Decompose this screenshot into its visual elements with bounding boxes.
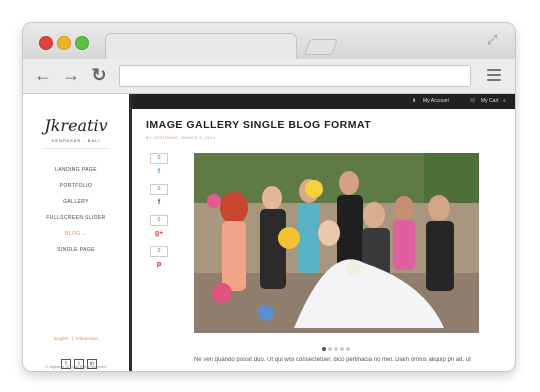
share-count-google: 0 — [150, 215, 168, 226]
slide-dot[interactable] — [334, 347, 338, 351]
nav-item-gallery[interactable]: GALLERY — [23, 194, 129, 210]
page-viewport: Jkreativ DENPASAR - BALI LANDING PAGE PO… — [23, 94, 515, 371]
share-count-twitter: 0 — [150, 153, 168, 164]
browser-toolbar: ← → ↻ — [23, 59, 515, 94]
google-plus-icon[interactable]: g+ — [150, 229, 168, 238]
separator: | — [71, 336, 73, 341]
browser-window: ⤢ ← → ↻ Jkreativ DENPASAR - BALI LANDING… — [22, 22, 516, 372]
share-count-facebook: 0 — [150, 184, 168, 195]
main-content: IMAGE GALLERY SINGLE BLOG FORMAT BY JEGT… — [132, 109, 515, 371]
forward-arrow-icon[interactable]: → — [61, 65, 81, 85]
user-icon: ⬆ — [412, 98, 417, 104]
copyright: © Jegtheme 2013. All Rights Reserved. — [45, 365, 107, 369]
new-tab-button[interactable] — [304, 39, 338, 55]
browser-tab[interactable] — [105, 33, 297, 60]
chevron-down-icon: ⌄ — [82, 231, 87, 237]
nav-item-landing-page[interactable]: LANDING PAGE — [23, 162, 129, 178]
top-bar: ⬆ My Account 🛒 My Cart ⌕ — [132, 94, 515, 109]
post-title: IMAGE GALLERY SINGLE BLOG FORMAT — [146, 119, 372, 131]
slide-dot[interactable] — [340, 347, 344, 351]
language-indonesian[interactable]: Indonesian — [76, 336, 98, 341]
close-window-button[interactable] — [39, 36, 53, 50]
share-count-pinterest: 0 — [150, 246, 168, 257]
maximize-window-button[interactable] — [75, 36, 89, 50]
my-cart-link[interactable]: My Cart — [481, 94, 499, 109]
divider — [43, 148, 109, 149]
post-meta: BY JEGTHEME, MARCH 6, 2014 — [146, 136, 216, 140]
meta-prefix: BY — [146, 136, 152, 140]
browser-menu-icon[interactable] — [487, 69, 501, 81]
share-bar: 0 t 0 f 0 g+ 0 p — [150, 153, 168, 277]
slide-dot[interactable] — [328, 347, 332, 351]
gallery-image[interactable] — [194, 153, 479, 333]
search-icon[interactable]: ⌕ — [503, 94, 506, 109]
cart-icon: 🛒 — [470, 98, 477, 104]
back-arrow-icon[interactable]: ← — [33, 65, 53, 85]
language-english[interactable]: English — [54, 336, 69, 341]
language-switcher: English | Indonesian — [23, 336, 129, 341]
minimize-window-button[interactable] — [57, 36, 71, 50]
sidebar-nav: LANDING PAGE PORTFOLIO GALLERY FULLSCREE… — [23, 162, 129, 258]
site-logo[interactable]: Jkreativ — [23, 116, 129, 135]
nav-item-single-page[interactable]: SINGLE PAGE — [23, 242, 129, 258]
facebook-icon[interactable]: f — [150, 198, 168, 207]
wedding-group-photo — [194, 153, 479, 333]
pinterest-icon[interactable]: p — [150, 260, 168, 269]
sidebar: Jkreativ DENPASAR - BALI LANDING PAGE PO… — [23, 94, 132, 371]
post-date: MARCH 6, 2014 — [181, 136, 216, 140]
my-account-link[interactable]: My Account — [423, 94, 449, 109]
nav-item-fullscreen-slider[interactable]: FULLSCREEN SLIDER — [23, 210, 129, 226]
reload-icon[interactable]: ↻ — [89, 65, 109, 85]
site-tagline: DENPASAR - BALI — [51, 138, 101, 143]
post-author[interactable]: JEGTHEME — [154, 136, 179, 140]
nav-item-label: BLOG — [65, 231, 81, 237]
title-bar: ⤢ — [23, 23, 515, 60]
fullscreen-icon[interactable]: ⤢ — [487, 33, 501, 47]
address-bar[interactable] — [119, 65, 471, 87]
slider-pagination — [322, 338, 352, 356]
slide-dot[interactable] — [346, 347, 350, 351]
post-excerpt: Ne veri quando possit duo. Ut qui wisi c… — [194, 357, 471, 363]
slide-dot[interactable] — [322, 347, 326, 351]
nav-item-blog[interactable]: BLOG ⌄ — [23, 226, 129, 242]
nav-item-portfolio[interactable]: PORTFOLIO — [23, 178, 129, 194]
twitter-icon[interactable]: t — [150, 167, 168, 176]
